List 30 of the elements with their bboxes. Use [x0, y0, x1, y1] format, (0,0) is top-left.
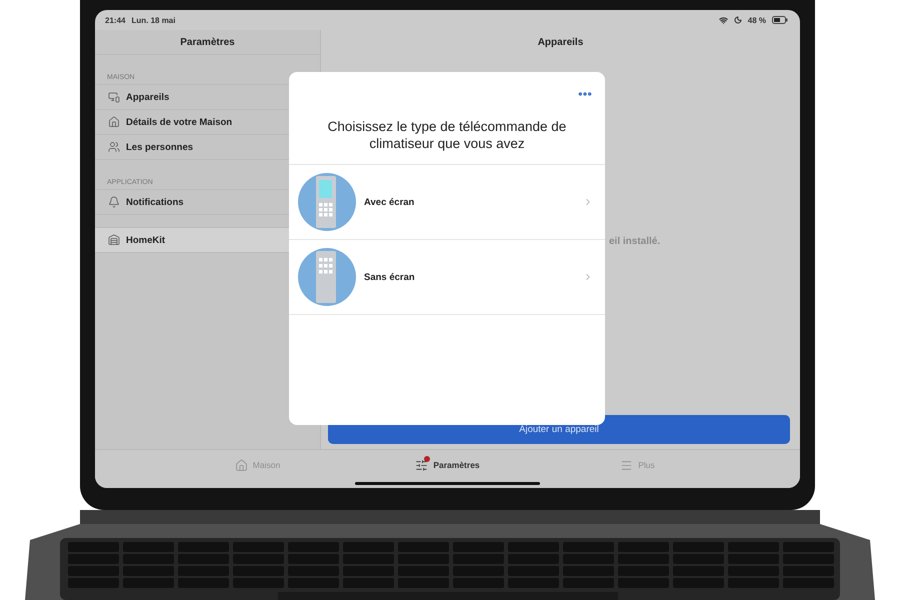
page-title: Appareils — [536, 36, 584, 50]
remote-option[interactable]: Avec écran — [289, 165, 605, 240]
option-label: Avec écran — [364, 196, 416, 208]
sidebar-title: Paramètres — [95, 30, 320, 55]
sidebar-item-label: Notifications — [126, 196, 184, 208]
sidebar-item-label: Détails de votre Maison — [126, 116, 232, 128]
dialog-title: Choisissez le type de télécommande de climatiseur que vous avez — [289, 102, 605, 165]
wifi-icon — [718, 16, 728, 24]
remote-control-drawing — [298, 248, 356, 306]
sidebar-item-label: Appareils — [126, 92, 170, 102]
tab-label: Maison — [252, 460, 280, 470]
option-label: Sans écran — [364, 272, 416, 282]
menu-icon — [620, 458, 634, 472]
tab-label: Paramètres — [433, 460, 480, 470]
tab-label: Plus — [638, 460, 655, 470]
sidebar-item-label: Les personnes — [126, 142, 194, 152]
battery-percent: 48 % — [748, 16, 766, 24]
remote-option[interactable]: Sans écran — [289, 240, 605, 315]
people-icon — [108, 141, 120, 153]
empty-message: eil installé. — [609, 236, 662, 247]
tab[interactable]: Paramètres — [415, 458, 480, 472]
battery-icon — [772, 16, 788, 24]
remote-control-drawing — [298, 173, 356, 231]
devices-icon — [108, 91, 120, 103]
status-time: 21:44 — [105, 16, 126, 24]
bell-icon — [108, 196, 120, 208]
status-date: Lun. 18 mai — [131, 16, 176, 24]
sidebar-item-label: HomeKit — [126, 234, 166, 246]
moon-icon — [734, 16, 742, 24]
sliders-icon — [415, 458, 428, 472]
